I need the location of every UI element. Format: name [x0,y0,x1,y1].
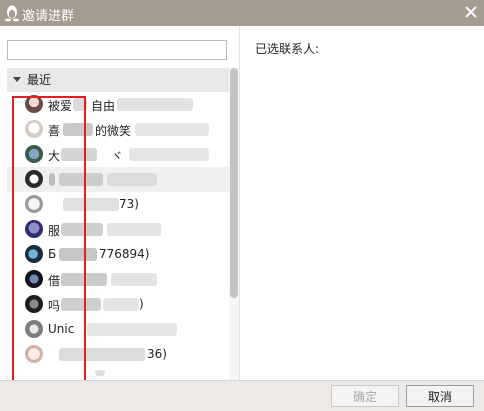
scrollbar[interactable] [229,68,239,380]
contact-name-part: ) [139,297,144,311]
window-title: 邀请进群 [22,9,75,24]
confirm-button[interactable]: 确定 [331,385,399,407]
group-label: 最近 [27,73,52,87]
highlight-box [12,96,86,392]
selected-contacts-label: 已选联系人: [255,42,320,56]
collapse-triangle-icon[interactable] [13,77,21,82]
group-recent[interactable]: 最近 [7,68,229,92]
scrollbar-thumb[interactable] [230,68,238,298]
dialog-footer: 确定 取消 [0,380,484,411]
search-input[interactable] [7,40,227,60]
qq-penguin-icon [5,5,19,22]
title-bar: 邀请进群 [0,0,484,26]
contact-name-part: 自由 [91,99,116,113]
contact-name-part: 的微笑 [95,124,132,138]
contact-name-part: 776894) [99,247,150,261]
contact-name-part: 73) [119,197,139,211]
selected-contacts-pane: 已选联系人: [240,26,484,380]
contact-name-part: ヾ [111,149,124,163]
contact-name-part: 36) [147,347,167,361]
close-icon[interactable] [462,3,480,21]
cancel-button[interactable]: 取消 [406,385,474,407]
